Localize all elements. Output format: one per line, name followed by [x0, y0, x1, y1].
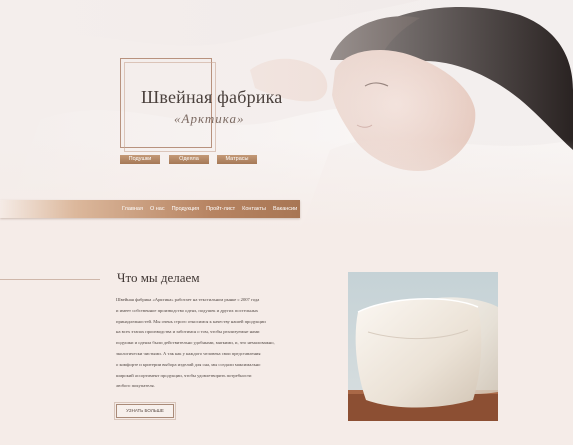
about-line: подушки и одеяла были действительно удоб…	[116, 340, 275, 346]
nav-item-contacts[interactable]: Контакты	[242, 206, 266, 212]
about-line: о комфорте и критерии выбора изделий для…	[116, 361, 261, 367]
about-line: на всех этапах производства и заботимся …	[116, 329, 260, 335]
category-mattresses-button[interactable]: Матрасы	[217, 155, 257, 164]
hero-banner: Швейная фабрика «Арктика» Подушки Одеяла…	[0, 0, 573, 232]
about-line: широкий ассортимент продукции, чтобы удо…	[116, 372, 252, 378]
main-nav: Главная О нас Продукция Пройт-лист Конта…	[0, 200, 300, 218]
about-line: экологически чистыми. А так как у каждог…	[116, 350, 261, 356]
section-title: Что мы делаем	[117, 270, 200, 285]
nav-item-pricelist[interactable]: Пройт-лист	[206, 206, 235, 212]
learn-more-button[interactable]: УЗНАТЬ БОЛЬШЕ	[114, 402, 176, 420]
category-pillows-button[interactable]: Подушки	[120, 155, 160, 164]
nav-item-home[interactable]: Главная	[122, 206, 143, 212]
about-line: принадлежностей. Мы очень строго относим…	[116, 318, 266, 324]
nav-item-about[interactable]: О нас	[150, 206, 165, 212]
nav-item-vacancies[interactable]: Вакансии	[273, 206, 297, 212]
hero-photo	[0, 0, 573, 232]
about-line: Швейная фабрика «Арктика» работает на те…	[116, 297, 260, 302]
nav-item-products[interactable]: Продукция	[172, 206, 200, 212]
site-title: Швейная фабрика	[141, 87, 283, 107]
site-subtitle: «Арктика»	[174, 111, 245, 126]
pillows-photo	[348, 272, 498, 421]
about-line: и имеет собственное производство одеял, …	[116, 307, 259, 313]
category-blankets-button[interactable]: Одеяла	[169, 155, 209, 164]
about-text: Швейная фабрика «Арктика» работает на те…	[116, 295, 328, 392]
section-divider	[0, 279, 100, 280]
about-line: любого покупателя.	[116, 383, 155, 389]
